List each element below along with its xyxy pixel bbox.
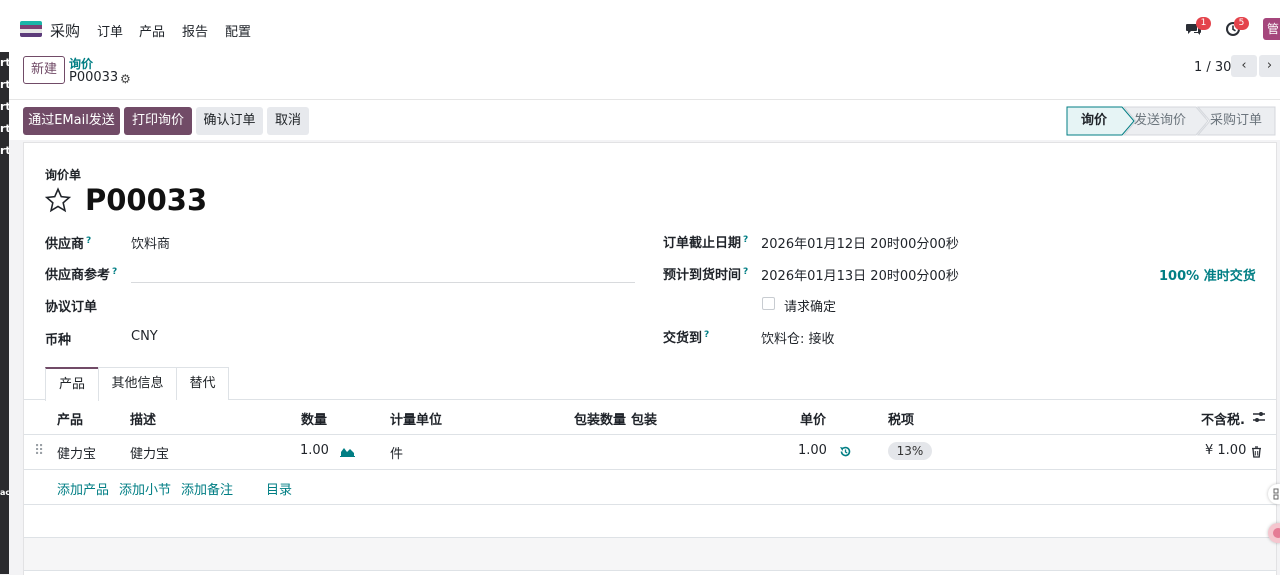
background-window-top xyxy=(0,0,9,52)
tab-alternatives[interactable]: 替代 xyxy=(176,367,229,400)
stage-purchase-order[interactable]: 采购订单 xyxy=(1207,107,1265,135)
col-product[interactable]: 产品 xyxy=(57,409,83,428)
row-divider xyxy=(24,469,1276,470)
expected-arrival-field[interactable]: 2026年01月13日 20时00分00秒 xyxy=(761,265,959,284)
row-unit-price[interactable]: 1.00 xyxy=(798,443,827,458)
menu-configuration[interactable]: 配置 xyxy=(225,21,251,40)
currency-field[interactable]: CNY xyxy=(131,329,158,344)
deliver-to-label: 交货到? xyxy=(663,329,710,346)
vendor-field[interactable]: 饮料商 xyxy=(131,233,170,252)
chevron-right-icon: › xyxy=(1266,58,1273,73)
drag-handle-icon[interactable]: ⠿ xyxy=(34,443,44,459)
ask-confirmation-label: 请求确定 xyxy=(784,300,837,315)
odoo-app-window: 采购 订单 产品 报告 配置 1 5 管 新建 询价 P00033 ⚙ 1 / … xyxy=(9,0,1280,575)
table-row[interactable] xyxy=(24,435,1276,469)
col-quantity[interactable]: 数量 xyxy=(301,409,327,428)
vendor-reference-label: 供应商参考? xyxy=(45,266,118,283)
catalog-link[interactable]: 目录 xyxy=(266,479,292,498)
background-label: rt xyxy=(0,144,9,157)
col-description[interactable]: 描述 xyxy=(130,409,156,428)
row-product[interactable]: 健力宝 xyxy=(57,443,96,462)
menu-products[interactable]: 产品 xyxy=(139,21,165,40)
col-taxes[interactable]: 税项 xyxy=(888,409,914,428)
star-icon[interactable] xyxy=(44,187,72,214)
column-settings-icon[interactable] xyxy=(1252,411,1266,423)
empty-row xyxy=(24,538,1276,570)
vendor-label: 供应商? xyxy=(45,235,92,252)
row-divider xyxy=(24,570,1276,571)
deliver-to-field[interactable]: 饮料仓: 接收 xyxy=(761,328,835,347)
col-packaging[interactable]: 包装 xyxy=(631,409,657,428)
user-avatar[interactable]: 管 xyxy=(1263,18,1280,40)
stage-rfq[interactable]: 询价 xyxy=(1074,107,1114,135)
form-sheet: 询价单 P00033 供应商? 饮料商 供应商参考? 协议订单 币种 CNY 订… xyxy=(23,142,1277,575)
add-section-link[interactable]: 添加小节 xyxy=(119,479,171,498)
tax-badge[interactable]: 13% xyxy=(888,442,932,460)
background-window-strip: rt rt rt rt rt ac xyxy=(0,0,9,574)
activity-badge: 5 xyxy=(1234,17,1249,30)
top-navbar: 采购 订单 产品 报告 配置 1 5 管 xyxy=(9,8,1280,48)
add-product-link[interactable]: 添加产品 xyxy=(57,479,109,498)
row-uom[interactable]: 件 xyxy=(390,443,403,462)
tab-other-info[interactable]: 其他信息 xyxy=(98,367,177,400)
pager-value[interactable]: 1 / 30 xyxy=(1194,60,1231,75)
col-subtotal[interactable]: 不含税. xyxy=(1201,409,1245,428)
floating-widget-button[interactable] xyxy=(1268,484,1280,504)
doc-name: P00033 xyxy=(85,183,208,217)
currency-label: 币种 xyxy=(45,333,72,348)
doc-type-label: 询价单 xyxy=(45,168,82,182)
floating-grid-icon xyxy=(1273,488,1279,500)
vendor-reference-underline xyxy=(131,282,635,283)
row-description[interactable]: 健力宝 xyxy=(130,443,169,462)
floating-chat-button[interactable] xyxy=(1268,523,1280,543)
forecast-chart-icon[interactable] xyxy=(340,445,355,457)
row-subtotal: ¥ 1.00 xyxy=(1205,443,1247,458)
cancel-button[interactable]: 取消 xyxy=(267,107,309,135)
pager-previous-button[interactable]: ‹ xyxy=(1231,55,1257,77)
send-by-email-button[interactable]: 通过EMail发送 xyxy=(23,107,120,135)
breadcrumb-current: P00033 xyxy=(69,70,119,85)
floating-chat-icon xyxy=(1273,528,1280,538)
background-label: rt xyxy=(0,78,9,91)
agreement-label: 协议订单 xyxy=(45,300,98,315)
menu-reporting[interactable]: 报告 xyxy=(182,21,208,40)
tab-products[interactable]: 产品 xyxy=(45,367,99,401)
chat-badge: 1 xyxy=(1196,17,1211,30)
print-rfq-button[interactable]: 打印询价 xyxy=(124,107,192,135)
menu-orders[interactable]: 订单 xyxy=(97,21,123,40)
col-packaging-qty[interactable]: 包装数量 xyxy=(574,409,626,428)
confirm-order-button[interactable]: 确认订单 xyxy=(196,107,263,135)
background-label: ac xyxy=(0,488,9,497)
chevron-left-icon: ‹ xyxy=(1241,58,1247,73)
on-time-rate[interactable]: 100% 准时交货 xyxy=(1159,265,1256,284)
order-deadline-label: 订单截止日期? xyxy=(663,234,749,251)
col-uom[interactable]: 计量单位 xyxy=(390,409,442,428)
price-history-icon[interactable] xyxy=(839,445,852,458)
purchase-app-icon[interactable] xyxy=(20,21,42,37)
ask-confirmation-checkbox[interactable] xyxy=(762,297,775,310)
control-panel: 新建 询价 P00033 ⚙ 1 / 30 ‹ › xyxy=(9,48,1280,100)
app-name[interactable]: 采购 xyxy=(50,20,80,41)
gear-icon[interactable]: ⚙ xyxy=(120,72,131,86)
new-button[interactable]: 新建 xyxy=(23,56,65,84)
row-quantity[interactable]: 1.00 xyxy=(300,443,329,458)
order-deadline-field[interactable]: 2026年01月12日 20时00分00秒 xyxy=(761,233,959,252)
vendor-reference-input[interactable] xyxy=(131,264,635,282)
background-label: rt xyxy=(0,100,9,113)
background-label: rt xyxy=(0,56,9,69)
stage-rfq-sent[interactable]: 发送询价 xyxy=(1131,107,1189,135)
add-note-link[interactable]: 添加备注 xyxy=(181,479,233,498)
col-unit-price[interactable]: 单价 xyxy=(800,409,826,428)
trash-icon[interactable] xyxy=(1251,446,1262,458)
empty-row xyxy=(24,505,1276,537)
status-bar: 通过EMail发送 打印询价 确认订单 取消 询价 发送询价 采购订单 xyxy=(9,100,1280,140)
background-label: rt xyxy=(0,122,9,135)
expected-arrival-label: 预计到货时间? xyxy=(663,266,749,283)
pager-next-button[interactable]: › xyxy=(1259,55,1280,77)
